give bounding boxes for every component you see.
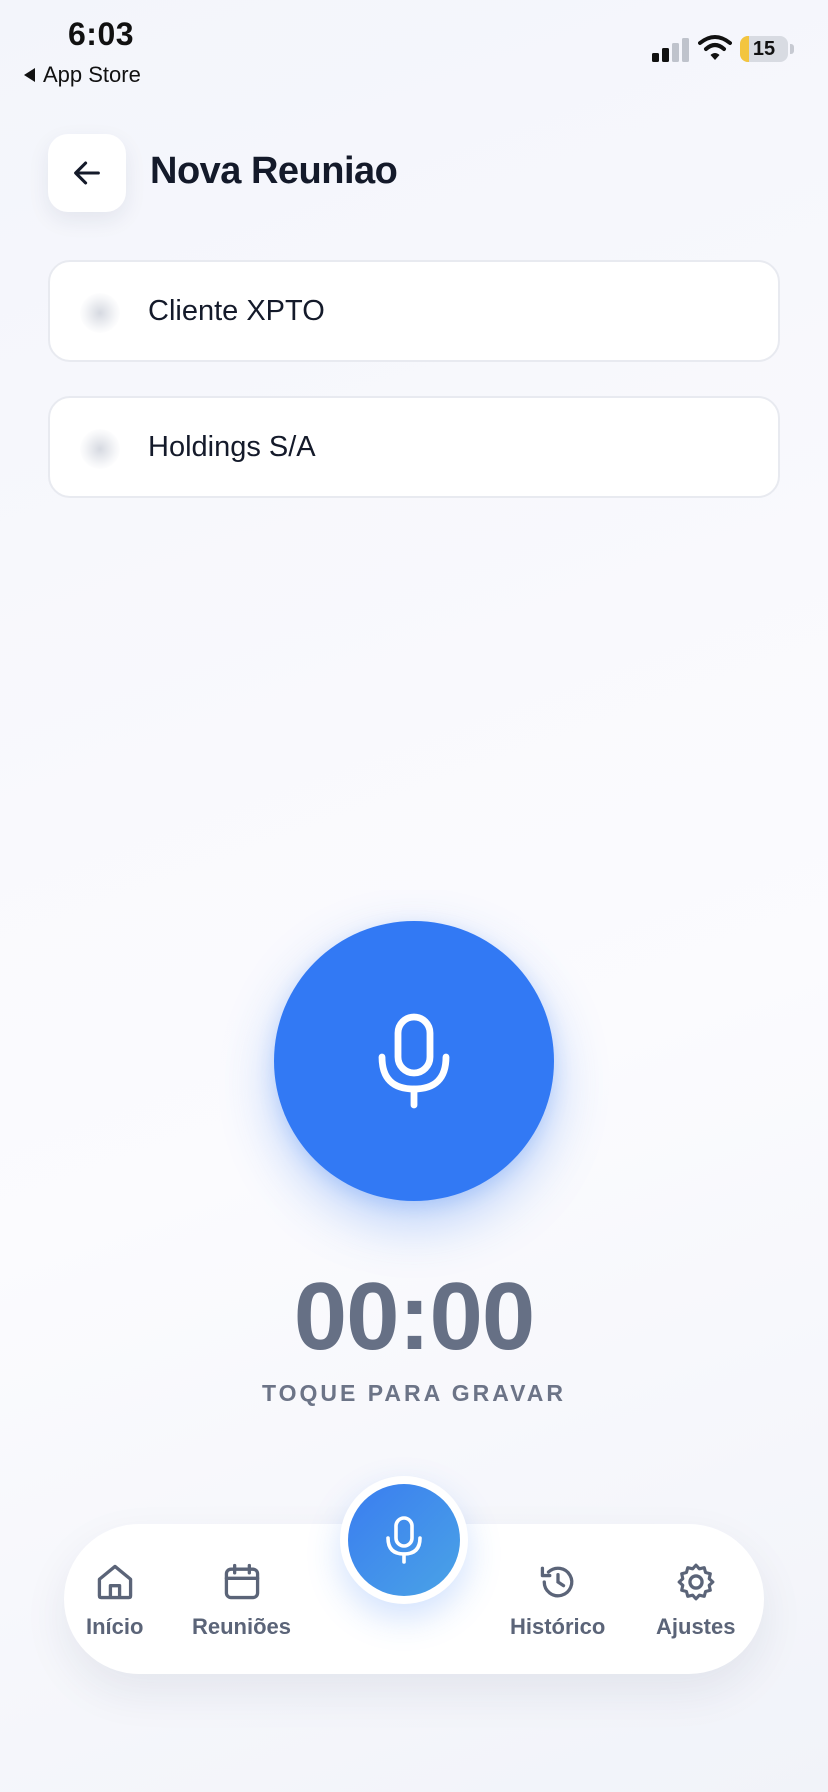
gear-icon [677, 1563, 715, 1601]
nav-item-ajustes[interactable]: Ajustes [656, 1560, 735, 1640]
status-bar: 6:03 App Store 15 [0, 0, 828, 100]
nav-label-historico: Histórico [510, 1614, 606, 1639]
status-time: 6:03 [68, 16, 135, 52]
record-hint: TOQUE PARA GRAVAR [261, 1380, 566, 1406]
battery-cap [790, 44, 794, 54]
battery-percent: 15 [752, 37, 776, 60]
company-card[interactable]: Holdings S/A [48, 396, 780, 498]
back-triangle-icon [24, 68, 35, 82]
back-to-app-link[interactable]: App Store [24, 62, 141, 88]
back-button[interactable] [48, 134, 126, 212]
nav-label-reunioes: Reuniões [192, 1614, 292, 1639]
nav-label-inicio: Início [86, 1614, 144, 1639]
calendar-icon [224, 1563, 259, 1600]
microphone-icon [378, 1013, 450, 1109]
nav-label-ajustes: Ajustes [656, 1614, 736, 1639]
nav-item-reunioes[interactable]: Reuniões [192, 1560, 291, 1640]
client-card[interactable]: Cliente XPTO [48, 260, 780, 362]
wifi-icon [698, 35, 732, 60]
client-card-label: Cliente XPTO [148, 294, 325, 327]
company-avatar [80, 429, 120, 469]
page-title: Nova Reuniao [150, 150, 398, 192]
nav-item-inicio[interactable]: Início [86, 1560, 143, 1640]
nav-record-button[interactable] [340, 1476, 468, 1604]
battery-icon: 15 [740, 36, 788, 62]
nav-item-historico[interactable]: Histórico [510, 1560, 605, 1640]
recording-timer: 00:00 [293, 1263, 536, 1370]
signal-icon [652, 38, 689, 62]
microphone-icon [386, 1516, 422, 1564]
client-avatar [80, 293, 120, 333]
home-icon [97, 1564, 132, 1600]
history-icon [540, 1566, 574, 1598]
arrow-left-icon [74, 161, 100, 185]
company-card-label: Holdings S/A [148, 430, 316, 463]
record-button[interactable] [274, 921, 554, 1201]
back-app-label: App Store [43, 62, 141, 87]
